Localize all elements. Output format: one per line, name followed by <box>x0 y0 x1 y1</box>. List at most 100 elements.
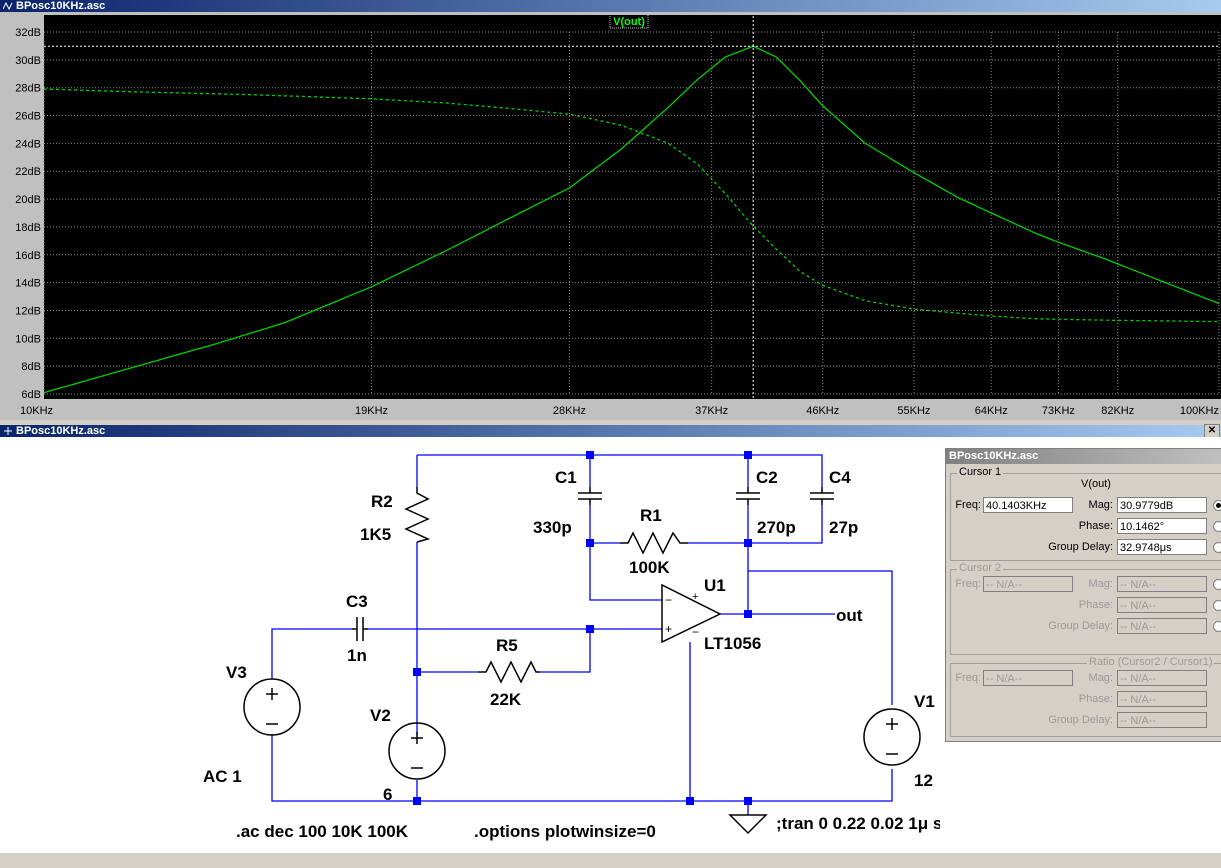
cursor1-mag-radio[interactable] <box>1213 500 1221 511</box>
plot-background <box>44 15 1221 399</box>
svg-text:+: + <box>665 622 672 636</box>
x-tick-label: 10KHz <box>20 405 53 417</box>
x-tick-label: 28KHz <box>553 405 586 417</box>
cursor2-mag-field: -- N/A-- <box>1117 576 1207 592</box>
capacitor-c3[interactable] <box>352 617 368 641</box>
label-c3[interactable]: C3 <box>346 592 368 611</box>
label-v3-value[interactable]: AC 1 <box>203 767 242 786</box>
label-c1[interactable]: C1 <box>555 468 577 487</box>
cursor1-legend: Cursor 1 <box>957 466 1004 478</box>
x-tick-label: 100KHz <box>1180 405 1219 417</box>
y-tick-label: 14dB <box>15 278 41 290</box>
x-tick-label: 46KHz <box>806 405 839 417</box>
label-r5[interactable]: R5 <box>496 636 518 655</box>
label-v3[interactable]: V3 <box>226 663 247 682</box>
cursor2-group-delay-radio <box>1213 621 1221 632</box>
label-r2[interactable]: R2 <box>371 492 393 511</box>
cursor1-freq-field[interactable]: 40.1403KHz <box>983 497 1073 513</box>
y-tick-label: 28dB <box>15 83 41 95</box>
ratio-legend: Ratio (Cursor2 / Cursor1) <box>1087 656 1215 668</box>
capacitor-c4[interactable] <box>810 487 834 505</box>
capacitor-c1[interactable] <box>578 487 602 505</box>
ratio-group: Ratio (Cursor2 / Cursor1) Freq: -- N/A--… <box>950 656 1221 737</box>
cursor1-mag-field[interactable]: 30.9779dB <box>1117 497 1207 513</box>
cursor-readout-window[interactable]: BPosc10KHz.asc Cursor 1 V(out) Freq: 40.… <box>945 448 1221 742</box>
spice-directive-ac[interactable]: .ac dec 100 10K 100K <box>236 822 409 841</box>
cursor1-group: Cursor 1 V(out) Freq: 40.1403KHz Mag: 30… <box>950 466 1221 561</box>
spice-directive-tran[interactable]: ;tran 0 0.22 0.02 1μ startup <box>776 814 940 833</box>
label-r2-value[interactable]: 1K5 <box>360 525 391 544</box>
label-r1-value[interactable]: 100K <box>629 558 670 577</box>
label-c4-value[interactable]: 27p <box>829 518 858 537</box>
y-tick-label: 8dB <box>21 361 41 373</box>
y-tick-label: 26dB <box>15 111 41 123</box>
label-u1-value[interactable]: LT1056 <box>704 634 761 653</box>
cursor1-phase-field[interactable]: 10.1462° <box>1117 518 1207 534</box>
plot-window-title: BPosc10KHz.asc <box>16 0 106 12</box>
label-c3-value[interactable]: 1n <box>347 646 367 665</box>
schematic-window-title: BPosc10KHz.asc <box>16 425 106 437</box>
schematic-wires <box>271 454 893 815</box>
junction-dots <box>413 451 752 805</box>
label-u1[interactable]: U1 <box>704 576 726 595</box>
schematic-canvas[interactable]: − + + − R2 1K5 C1 330p R1 100K C2 270p C… <box>0 437 940 852</box>
x-tick-label: 37KHz <box>695 405 728 417</box>
y-tick-label: 16dB <box>15 250 41 262</box>
net-label-out[interactable]: out <box>836 606 863 625</box>
y-tick-label: 18dB <box>15 222 41 234</box>
voltage-source-v1[interactable] <box>863 708 921 766</box>
label-v1[interactable]: V1 <box>914 692 935 711</box>
resistor-r1[interactable] <box>620 531 688 555</box>
schematic-window-titlebar[interactable]: BPosc10KHz.asc ✕ <box>0 424 1221 439</box>
y-tick-label: 24dB <box>15 138 41 150</box>
cursor2-phase-field: -- N/A-- <box>1117 597 1207 613</box>
svg-text:−: − <box>692 625 699 639</box>
y-tick-label: 20dB <box>15 194 41 206</box>
label-v2[interactable]: V2 <box>370 706 391 725</box>
ratio-freq-label: Freq: <box>955 672 981 684</box>
y-tick-label: 6dB <box>21 389 41 401</box>
cursor2-phase-label: Phase: <box>1078 599 1113 611</box>
label-r1[interactable]: R1 <box>640 506 662 525</box>
cursor2-group-delay-label: Group Delay: <box>1048 620 1113 632</box>
cursor1-group-delay-field[interactable]: 32.9748μs <box>1117 539 1207 555</box>
y-tick-label: 12dB <box>15 305 41 317</box>
label-r5-value[interactable]: 22K <box>490 690 522 709</box>
cursor1-phase-radio[interactable] <box>1213 521 1221 532</box>
voltage-source-v3[interactable] <box>243 678 301 736</box>
ratio-mag-field: -- N/A-- <box>1117 670 1207 686</box>
label-c1-value[interactable]: 330p <box>533 518 572 537</box>
svg-text:−: − <box>665 593 672 607</box>
trace-label[interactable]: V(out) <box>613 16 645 28</box>
ratio-freq-field: -- N/A-- <box>983 670 1073 686</box>
spice-directive-options[interactable]: .options plotwinsize=0 <box>474 822 656 841</box>
cursor1-trace: V(out) <box>1081 478 1111 490</box>
bottom-status-bar <box>0 852 1221 868</box>
plot-window-titlebar[interactable]: BPosc10KHz.asc <box>0 0 1221 12</box>
cursor1-mag-label: Mag: <box>1088 499 1113 511</box>
svg-text:+: + <box>692 591 698 603</box>
label-v1-value[interactable]: 12 <box>914 771 933 790</box>
cursor1-group-delay-radio[interactable] <box>1213 542 1221 553</box>
schematic-icon <box>3 426 13 436</box>
x-tick-label: 19KHz <box>355 405 388 417</box>
label-v2-value[interactable]: 6 <box>383 785 392 804</box>
cursor1-group-delay-label: Group Delay: <box>1048 541 1113 553</box>
cursor2-mag-label: Mag: <box>1088 578 1113 590</box>
plot-window[interactable]: 32dB 30dB 28dB 26dB 24dB 22dB 20dB 18dB 16dB 14dB… <box>0 12 1221 420</box>
resistor-r5[interactable] <box>478 660 540 684</box>
cursor2-group: Cursor 2 Freq: -- N/A-- Mag: -- N/A-- Ph… <box>950 562 1221 655</box>
x-tick-label: 64KHz <box>975 405 1008 417</box>
y-tick-label: 30dB <box>15 55 41 67</box>
capacitor-c2[interactable] <box>736 487 760 505</box>
label-c4[interactable]: C4 <box>829 468 851 487</box>
waveform-plot[interactable]: 32dB 30dB 28dB 26dB 24dB 22dB 20dB 18dB 16dB 14dB… <box>0 12 1221 420</box>
label-c2-value[interactable]: 270p <box>757 518 796 537</box>
ground-symbol[interactable] <box>728 814 768 835</box>
cursor2-phase-radio <box>1213 600 1221 611</box>
resistor-r2[interactable] <box>404 487 431 543</box>
label-c2[interactable]: C2 <box>756 468 778 487</box>
y-tick-label: 22dB <box>15 166 41 178</box>
cursor-window-title[interactable]: BPosc10KHz.asc <box>946 449 1221 464</box>
cursor1-phase-label: Phase: <box>1078 520 1113 532</box>
